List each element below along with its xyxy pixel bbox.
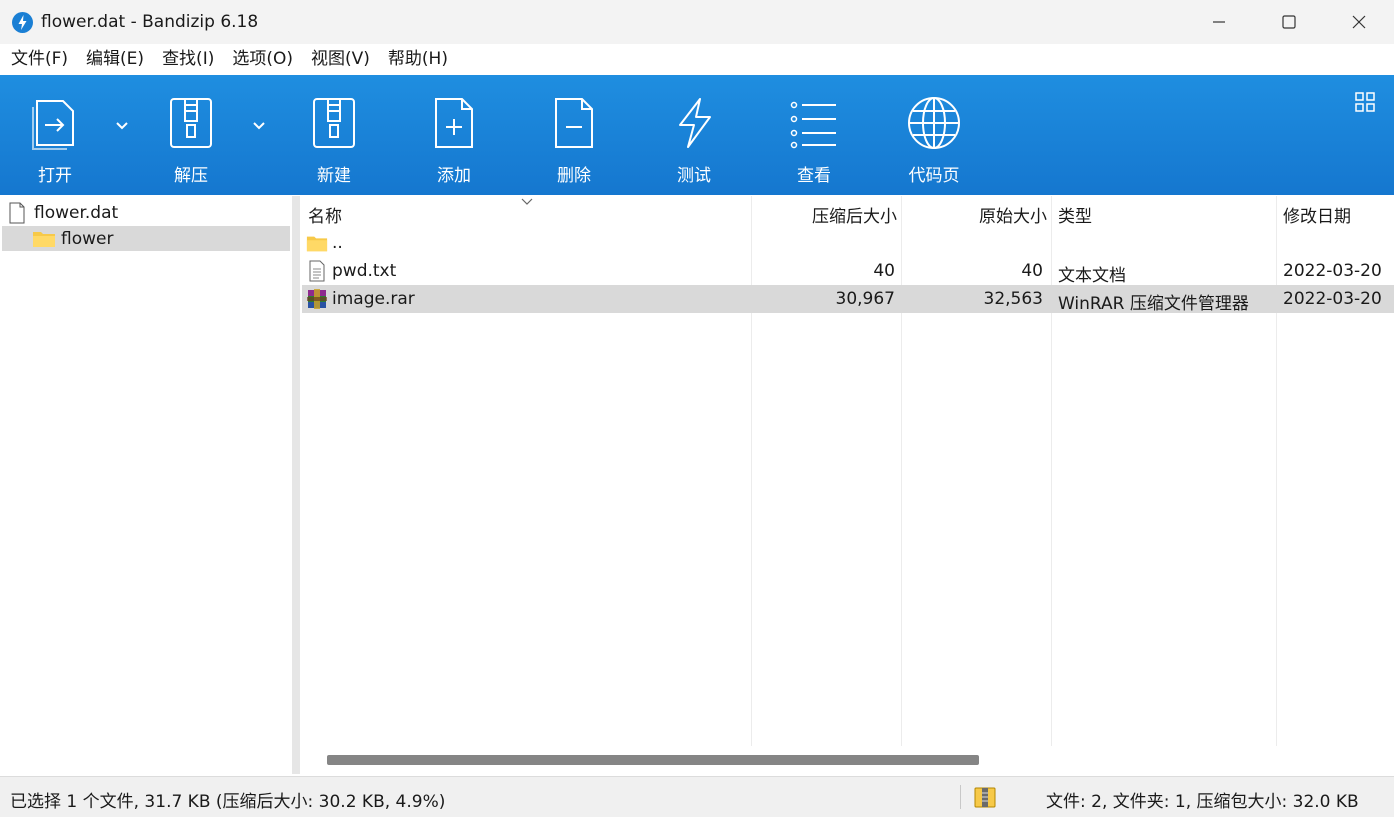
text-file-icon <box>309 260 325 282</box>
scrollbar-thumb[interactable] <box>327 755 979 765</box>
minimize-button[interactable] <box>1184 0 1254 44</box>
open-button[interactable]: 打开 <box>0 75 110 195</box>
lightning-icon <box>666 95 722 151</box>
folder-icon <box>33 231 55 247</box>
layout-grid-icon[interactable] <box>1354 91 1376 113</box>
folder-icon <box>306 236 328 252</box>
file-name: .. <box>332 233 343 253</box>
extract-dropdown-icon[interactable] <box>249 115 269 135</box>
file-packed-size: 40 <box>873 261 895 281</box>
title-bar: flower.dat - Bandizip 6.18 <box>0 0 1394 44</box>
open-dropdown-icon[interactable] <box>112 115 132 135</box>
delete-label: 删除 <box>557 166 591 186</box>
file-type: WinRAR 压缩文件管理器 <box>1058 294 1249 314</box>
column-header-modified[interactable]: 修改日期 <box>1283 202 1351 227</box>
delete-file-icon <box>546 95 602 151</box>
status-bar: 已选择 1 个文件, 31.7 KB (压缩后大小: 30.2 KB, 4.9%… <box>0 776 1394 817</box>
tree-item-flower-label: flower <box>61 228 114 249</box>
column-header-size[interactable]: 原始大小 <box>901 202 1047 227</box>
menu-options[interactable]: 选项(O) <box>223 44 302 75</box>
add-button[interactable]: 添加 <box>399 75 509 195</box>
tree-item-root-label: flower.dat <box>34 202 119 223</box>
new-label: 新建 <box>317 166 351 186</box>
extract-label: 解压 <box>174 166 208 186</box>
file-name: image.rar <box>332 289 415 309</box>
file-icon <box>9 202 25 223</box>
file-name: pwd.txt <box>332 261 397 281</box>
file-packed-size: 30,967 <box>835 289 895 309</box>
file-list: 名称 压缩后大小 原始大小 类型 修改日期 .. pwd.txt 40 40 文… <box>300 196 1394 774</box>
bandizip-logo-icon <box>12 12 33 33</box>
file-modified: 2022-03-20 <box>1283 289 1382 309</box>
test-button[interactable]: 测试 <box>639 75 749 195</box>
file-modified: 2022-03-20 <box>1283 261 1382 281</box>
file-size: 32,563 <box>983 289 1043 309</box>
column-header-name[interactable]: 名称 <box>308 202 342 227</box>
globe-icon <box>906 95 962 151</box>
menu-help[interactable]: 帮助(H) <box>379 44 457 75</box>
column-header-type[interactable]: 类型 <box>1058 202 1092 227</box>
rar-archive-icon <box>307 289 327 309</box>
sort-descending-icon <box>521 198 533 205</box>
list-icon <box>786 95 842 151</box>
open-icon <box>27 95 83 151</box>
codepage-label: 代码页 <box>908 166 960 186</box>
close-button[interactable] <box>1324 0 1394 44</box>
view-label: 查看 <box>797 166 831 186</box>
table-row[interactable]: image.rar 30,967 32,563 WinRAR 压缩文件管理器 2… <box>302 285 1394 314</box>
window-title: flower.dat - Bandizip 6.18 <box>41 12 259 32</box>
table-row[interactable]: pwd.txt 40 40 文本文档 2022-03-20 <box>302 257 1394 286</box>
status-selection: 已选择 1 个文件, 31.7 KB (压缩后大小: 30.2 KB, 4.9%… <box>10 792 446 812</box>
close-icon <box>1352 15 1366 29</box>
status-divider <box>960 785 961 809</box>
toolbar: 打开 解压 新建 添加 删除 测试 查看 代码页 <box>0 75 1394 195</box>
new-archive-icon <box>306 95 362 151</box>
column-header-packed[interactable]: 压缩后大小 <box>751 202 897 227</box>
extract-button[interactable]: 解压 <box>136 75 246 195</box>
add-label: 添加 <box>437 166 471 186</box>
folder-tree: flower.dat flower <box>0 196 292 774</box>
view-button[interactable]: 查看 <box>759 75 869 195</box>
menu-file[interactable]: 文件(F) <box>2 44 77 75</box>
menu-view[interactable]: 视图(V) <box>302 44 379 75</box>
menu-find[interactable]: 查找(I) <box>153 44 223 75</box>
tree-item-flower[interactable]: flower <box>2 226 290 251</box>
menu-bar: 文件(F) 编辑(E) 查找(I) 选项(O) 视图(V) 帮助(H) <box>0 44 1394 75</box>
maximize-icon <box>1282 15 1296 29</box>
table-row[interactable]: .. <box>302 229 1394 257</box>
maximize-button[interactable] <box>1254 0 1324 44</box>
delete-button[interactable]: 删除 <box>519 75 629 195</box>
extract-icon <box>163 95 219 151</box>
menu-edit[interactable]: 编辑(E) <box>77 44 153 75</box>
status-archive-info: 文件: 2, 文件夹: 1, 压缩包大小: 32.0 KB <box>1046 792 1359 812</box>
test-label: 测试 <box>677 166 711 186</box>
pane-splitter[interactable] <box>292 196 300 774</box>
minimize-icon <box>1213 21 1225 23</box>
tree-item-root[interactable]: flower.dat <box>2 200 118 225</box>
add-file-icon <box>426 95 482 151</box>
open-label: 打开 <box>38 166 72 186</box>
archive-book-icon <box>974 787 996 808</box>
file-type: 文本文档 <box>1058 266 1126 286</box>
horizontal-scrollbar[interactable] <box>300 746 1394 774</box>
new-button[interactable]: 新建 <box>279 75 389 195</box>
file-size: 40 <box>1021 261 1043 281</box>
codepage-button[interactable]: 代码页 <box>879 75 989 195</box>
